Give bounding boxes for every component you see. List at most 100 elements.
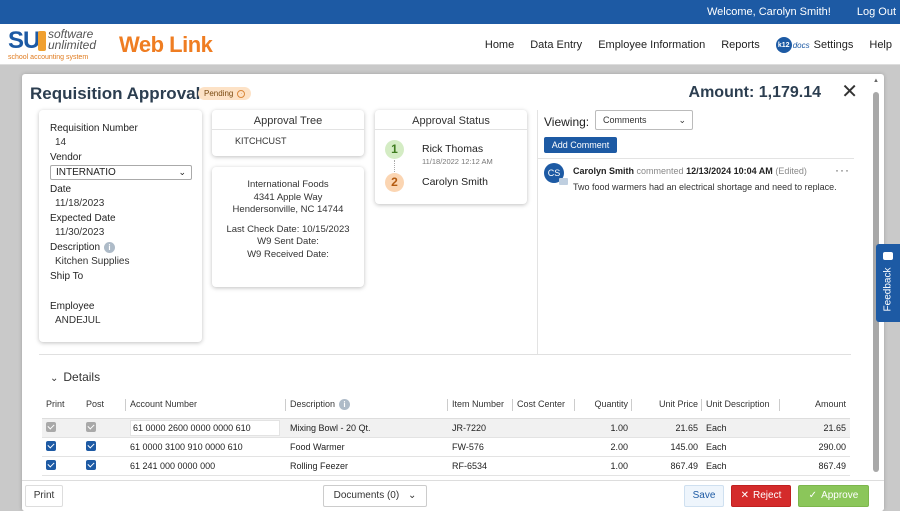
column-header-account[interactable]: Account Number: [126, 392, 286, 419]
post-checkbox[interactable]: [82, 418, 126, 438]
print-checkbox[interactable]: [42, 418, 82, 438]
print-checkbox[interactable]: [42, 456, 82, 476]
requisition-approval-modal: Requisition Approval - Pending · Amount:…: [22, 74, 884, 511]
req-number-value: 14: [55, 137, 67, 148]
description-label: Description: [50, 242, 101, 253]
divider: [538, 158, 854, 159]
unit-price-cell: 867.49: [632, 456, 702, 476]
ship-to-value: [55, 285, 191, 297]
pending-icon: ·: [237, 89, 246, 98]
employee-label: Employee: [50, 301, 95, 312]
approval-tree-card: Approval Tree KITCHCUST: [212, 110, 364, 156]
column-header-print[interactable]: Print: [42, 392, 82, 419]
column-header-quantity[interactable]: Quantity: [575, 392, 632, 419]
total-amount: Amount: 1,179.14: [688, 84, 821, 101]
nav-employee-information[interactable]: Employee Information: [598, 39, 705, 51]
comment-meta: Carolyn Smith commented 12/13/2024 10:04…: [573, 166, 807, 176]
top-bar: Welcome, Carolyn Smith! Log Out: [0, 0, 900, 24]
vendor-address-card: International Foods 4341 Apple Way Hende…: [212, 167, 364, 287]
column-header-unit-description[interactable]: Unit Description: [702, 392, 780, 419]
quantity-cell: 1.00: [575, 456, 632, 476]
welcome-text: Welcome, Carolyn Smith!: [706, 6, 831, 18]
info-icon[interactable]: i: [339, 399, 351, 411]
info-icon[interactable]: i: [104, 242, 116, 253]
reject-label: Reject: [753, 490, 782, 501]
documents-button[interactable]: Documents (0) ⌄: [323, 485, 427, 507]
cost-center-cell: [513, 418, 575, 438]
feedback-icon: [883, 252, 893, 260]
expected-date-value: 11/30/2023: [55, 227, 105, 238]
column-header-post[interactable]: Post: [82, 392, 126, 419]
print-checkbox[interactable]: [42, 437, 82, 457]
nav-reports[interactable]: Reports: [721, 39, 760, 51]
item-number-cell: JR-7220: [448, 418, 513, 438]
column-header-cost-center[interactable]: Cost Center: [513, 392, 575, 419]
requisition-info-card: Requisition Number 14 Vendor INTERNATIO …: [39, 110, 202, 342]
unit-price-cell: 145.00: [632, 437, 702, 457]
post-checkbox[interactable]: [82, 456, 126, 476]
account-cell[interactable]: 61 0000 2600 0000 0000 610: [126, 418, 286, 438]
vendor-select[interactable]: INTERNATIO ⌄: [50, 165, 192, 180]
vendor-city: Hendersonville, NC 14744: [232, 204, 344, 215]
feedback-label: Feedback: [882, 267, 894, 312]
vendor-label: Vendor: [50, 152, 82, 163]
last-check-date: Last Check Date: 10/15/2023: [226, 223, 350, 235]
details-table: Print Post Account Number Description i I…: [42, 392, 850, 476]
unit-description-cell: Each: [702, 418, 780, 438]
account-cell: 61 0000 3100 910 0000 610: [126, 437, 286, 457]
check-icon: ✓: [808, 490, 818, 501]
company-logo[interactable]: SU software unlimited school accounting …: [8, 27, 103, 62]
step-connector: [394, 160, 395, 172]
table-header-row: Print Post Account Number Description i I…: [42, 392, 850, 419]
comment-datetime: 12/13/2024 10:04 AM: [686, 166, 773, 176]
chevron-down-icon: ⌄: [178, 167, 186, 177]
feedback-tab[interactable]: Feedback: [876, 244, 900, 322]
vendor-name: International Foods: [247, 179, 329, 190]
nav-help[interactable]: Help: [869, 39, 892, 51]
approval-date: 11/18/2022 12:12 AM: [422, 157, 493, 166]
amount-cell: 290.00: [780, 437, 850, 457]
k12docs-link[interactable]: k12 docs: [775, 37, 810, 53]
column-header-item-number[interactable]: Item Number: [448, 392, 513, 419]
save-button[interactable]: Save: [684, 485, 724, 507]
comments-pane: Viewing: Comments ⌄ Add Comment CS Carol…: [537, 110, 869, 354]
chevron-down-icon: ⌄: [678, 115, 686, 125]
more-options-icon[interactable]: ···: [835, 163, 850, 177]
table-row[interactable]: 61 0000 3100 910 0000 610 Food Warmer FW…: [42, 437, 850, 457]
amount-cell: 867.49: [780, 456, 850, 476]
viewing-label: Viewing:: [544, 115, 590, 129]
table-row[interactable]: 61 0000 2600 0000 0000 610 Mixing Bowl -…: [42, 418, 850, 438]
viewing-select-value: Comments: [603, 115, 647, 125]
add-comment-button[interactable]: Add Comment: [544, 137, 617, 153]
column-header-unit-price[interactable]: Unit Price: [632, 392, 702, 419]
column-header-amount[interactable]: Amount: [780, 392, 850, 419]
app-name: Web Link: [119, 32, 213, 57]
reject-button[interactable]: ✕ Reject: [731, 485, 791, 507]
approval-tree-value: KITCHCUST: [235, 136, 287, 146]
post-checkbox[interactable]: [82, 437, 126, 457]
vendor-street: 4341 Apple Way: [253, 191, 323, 203]
approve-button[interactable]: ✓ Approve: [798, 485, 869, 507]
viewing-select[interactable]: Comments ⌄: [595, 110, 693, 130]
details-toggle[interactable]: ⌄ Details: [50, 370, 100, 384]
unit-description-cell: Each: [702, 437, 780, 457]
approval-status-card: Approval Status 1 Rick Thomas 11/18/2022…: [375, 110, 527, 204]
print-button[interactable]: Print: [25, 485, 63, 507]
employee-value: ANDEJUL: [55, 315, 101, 326]
approval-status-header: Approval Status: [375, 110, 527, 130]
table-row[interactable]: 61 241 000 0000 000 Rolling Feezer RF-65…: [42, 456, 850, 476]
scroll-up-icon[interactable]: ▲: [873, 78, 879, 84]
approver-name: Rick Thomas: [422, 143, 484, 155]
account-cell: 61 241 000 0000 000: [126, 456, 286, 476]
nav-settings[interactable]: Settings: [814, 39, 854, 51]
step-number-badge: 2: [385, 173, 404, 192]
nav-home[interactable]: Home: [485, 39, 514, 51]
chevron-down-icon: ⌄: [407, 490, 417, 501]
k12docs-icon: k12: [775, 37, 792, 53]
date-value: 11/18/2023: [55, 198, 105, 209]
column-header-description[interactable]: Description i: [286, 392, 448, 419]
nav-data-entry[interactable]: Data Entry: [530, 39, 582, 51]
logout-link[interactable]: Log Out: [857, 6, 896, 18]
main-nav: Home Data Entry Employee Information Rep…: [469, 37, 892, 53]
close-icon[interactable]: ✕: [841, 82, 858, 102]
